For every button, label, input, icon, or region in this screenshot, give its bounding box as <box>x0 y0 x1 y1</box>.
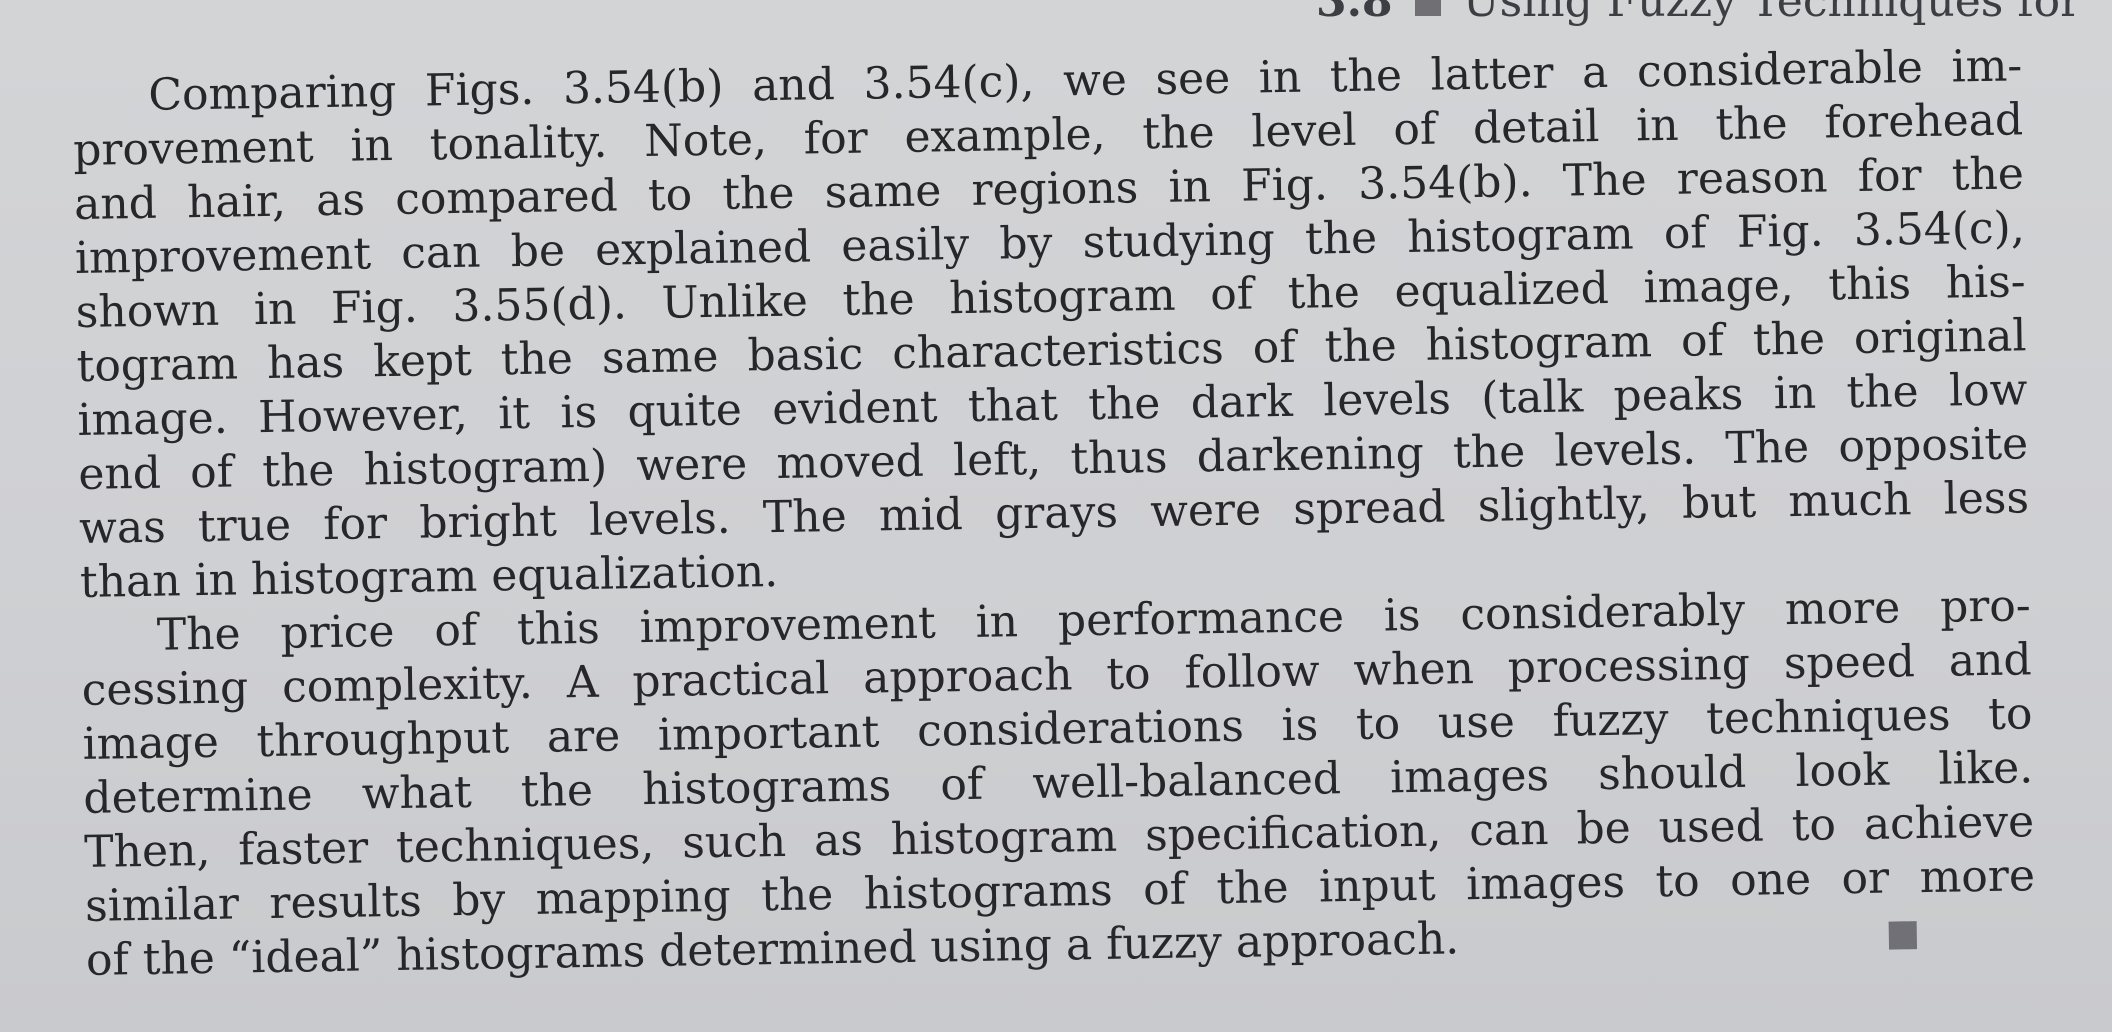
section-title: Using Fuzzy Techniques for <box>1462 0 2082 27</box>
section-number: 3.8 <box>1316 0 1393 27</box>
paragraph-2: The price of this improvement in perform… <box>80 579 2036 988</box>
page-body: Comparing Figs. 3.54(b) and 3.54(c), we … <box>72 39 2036 988</box>
square-bullet-icon <box>1414 0 1441 16</box>
paragraph-1: Comparing Figs. 3.54(b) and 3.54(c), we … <box>72 39 2030 610</box>
running-header: 3.8 Using Fuzzy Techniques for <box>1316 0 2081 27</box>
end-of-proof-square-icon <box>1888 920 1918 950</box>
